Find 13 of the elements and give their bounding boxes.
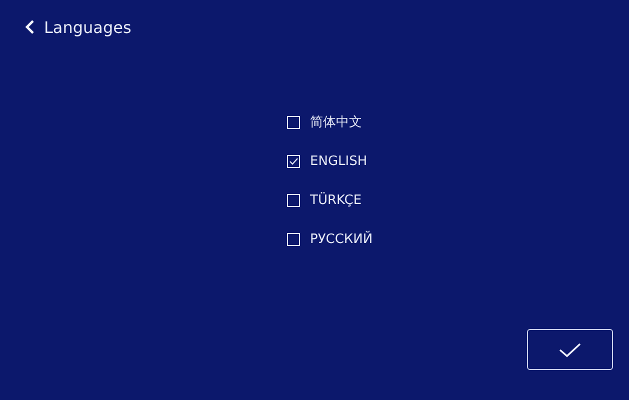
checkmark-icon [558,342,582,358]
checkbox[interactable] [287,116,300,128]
screen-title: Languages [44,18,132,36]
language-option[interactable]: TÜRKÇE [287,190,629,210]
confirm-button[interactable] [527,329,613,370]
checkbox[interactable] [287,154,300,168]
back-icon [24,19,36,35]
language-option[interactable]: РУССКИЙ [287,229,629,249]
checkbox[interactable] [287,194,300,206]
language-option[interactable]: 简体中文 [287,112,629,132]
checkbox[interactable] [287,232,300,246]
language-option[interactable]: ENGLISH [287,151,629,171]
back-button[interactable] [24,19,36,35]
